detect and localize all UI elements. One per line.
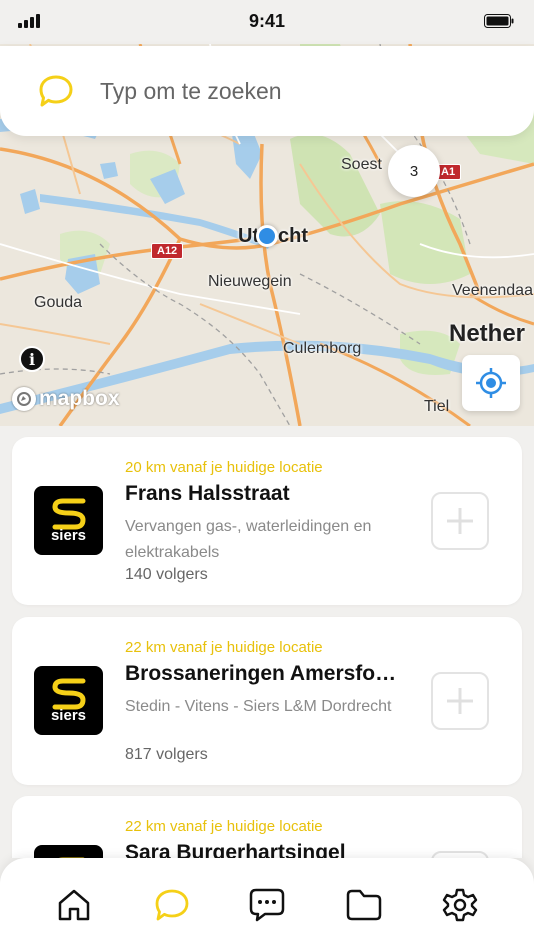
card-distance: 22 km vanaf je huidige locatie — [125, 818, 323, 835]
settings-icon — [442, 888, 478, 922]
plus-icon — [447, 508, 473, 534]
card-description: Stedin - Vitens - Siers L&M Dordrecht — [125, 698, 392, 715]
mapbox-icon — [12, 387, 36, 411]
follow-button[interactable] — [431, 492, 489, 550]
tab-bar — [0, 858, 534, 950]
tab-home[interactable] — [54, 885, 94, 925]
map-label-tiel: Tiel — [424, 398, 450, 415]
results-list[interactable]: siers 20 km vanaf je huidige locatie Fra… — [0, 426, 534, 858]
siers-logo: siers — [34, 486, 103, 555]
follow-button[interactable] — [431, 851, 489, 858]
card-title: Sara Burgerhartsingel — [125, 841, 346, 858]
map-label-veenendaal: Veenendaa — [452, 282, 533, 299]
current-location-marker — [256, 225, 278, 247]
result-card[interactable]: siers 22 km vanaf je huidige locatie Bro… — [12, 617, 522, 785]
siers-logo: siers — [34, 845, 103, 858]
map-label-netherlands: Nether — [449, 320, 526, 347]
map-label-gouda: Gouda — [34, 294, 83, 311]
card-title: Brossaneringen Amersfo… — [125, 662, 397, 685]
siers-logo-text: siers — [50, 527, 87, 544]
chat-icon — [249, 888, 285, 922]
card-distance: 22 km vanaf je huidige locatie — [125, 639, 323, 656]
card-description: Vervangen gas-, waterleidingen en elektr… — [125, 518, 372, 561]
status-time: 9:41 — [248, 11, 286, 31]
map-label-nieuwegein: Nieuwegein — [208, 273, 292, 290]
siers-logo: siers — [34, 666, 103, 735]
tab-messages[interactable] — [247, 885, 287, 925]
search-bar — [0, 46, 534, 136]
result-card[interactable]: siers 22 km vanaf je huidige locatie Sar… — [12, 796, 522, 858]
search-input[interactable] — [100, 71, 500, 111]
folder-icon — [346, 889, 382, 921]
mapbox-logo-text: mapbox — [39, 387, 120, 410]
map-label-culemborg: Culemborg — [283, 340, 362, 357]
card-distance: 20 km vanaf je huidige locatie — [125, 459, 323, 476]
crosshair-icon — [476, 368, 506, 398]
tab-search[interactable] — [152, 885, 192, 925]
map-label-soest: Soest — [341, 156, 382, 173]
card-followers: 817 volgers — [125, 746, 208, 763]
road-shield-a12: A12 — [151, 243, 184, 259]
tab-settings[interactable] — [440, 885, 480, 925]
search-icon — [155, 889, 189, 921]
card-title: Frans Halsstraat — [125, 482, 290, 505]
result-card[interactable]: siers 20 km vanaf je huidige locatie Fra… — [12, 437, 522, 605]
siers-logo-text: siers — [50, 707, 87, 724]
plus-icon — [447, 688, 473, 714]
map-cluster-marker[interactable]: 3 — [388, 145, 440, 197]
card-followers: 140 volgers — [125, 566, 208, 583]
home-icon — [58, 889, 90, 921]
mapbox-logo: mapbox — [12, 387, 120, 411]
status-bar: 9:41 — [0, 0, 534, 44]
follow-button[interactable] — [431, 672, 489, 730]
map-info-button[interactable]: i — [19, 346, 45, 372]
locate-me-button[interactable] — [462, 355, 520, 411]
tab-folders[interactable] — [344, 885, 384, 925]
search-icon — [39, 75, 73, 107]
battery-icon — [484, 14, 514, 28]
